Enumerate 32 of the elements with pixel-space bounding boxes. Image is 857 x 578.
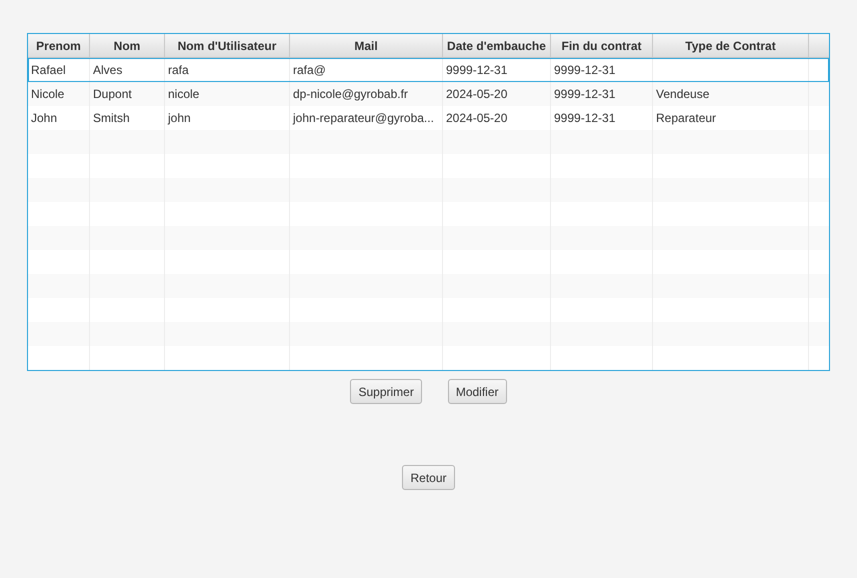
table-cell-text: nicole [168, 86, 200, 103]
table-cell-text: Alves [93, 62, 122, 79]
table-cell-text: Smitsh [93, 110, 130, 127]
column-header[interactable]: Nom [90, 34, 165, 57]
edit-button[interactable]: Modifier [448, 379, 507, 404]
column-header[interactable]: Fin du contrat [551, 34, 653, 57]
table-cell-text: 9999-12-31 [554, 110, 616, 127]
table-cell-text: Rafael [31, 62, 66, 79]
column-header[interactable]: Mail [290, 34, 443, 57]
column-header[interactable]: Type de Contrat [653, 34, 809, 57]
table-row[interactable]: Rafael Alves rafa rafa@ 9999-12-31 9999-12-31 [28, 58, 829, 82]
table-cell-text: rafa [168, 62, 189, 79]
table-cell-text: 9999-12-31 [446, 62, 508, 79]
table-cell-text: Dupont [93, 86, 132, 103]
table-cell-text: 2024-05-20 [446, 86, 508, 103]
table-cell-text: 2024-05-20 [446, 110, 508, 127]
table-cell-text: Vendeuse [656, 86, 710, 103]
table-cell-text: john [168, 110, 191, 127]
table-cell-text: Reparateur [656, 110, 716, 127]
table-cell-text: John [31, 110, 58, 127]
delete-button[interactable]: Supprimer [350, 379, 422, 404]
table-cell-text: 9999-12-31 [554, 62, 616, 79]
table-cell-text: rafa@ [293, 62, 326, 79]
table-cell-text: 9999-12-31 [554, 86, 616, 103]
column-header[interactable]: Prenom [28, 34, 90, 57]
table-cell-text: Nicole [31, 86, 64, 103]
table-cell-text: john-reparateur@gyroba... [293, 110, 434, 127]
column-header[interactable]: Nom d'Utilisateur [165, 34, 290, 57]
back-button[interactable]: Retour [402, 465, 455, 490]
column-header[interactable]: Date d'embauche [443, 34, 551, 57]
table-row[interactable]: Nicole Dupont nicole dp-nicole@gyrobab.fr 2024-05-20 9999-12-31 Vendeuse [28, 82, 829, 106]
table-cell-text: dp-nicole@gyrobab.fr [293, 86, 408, 103]
